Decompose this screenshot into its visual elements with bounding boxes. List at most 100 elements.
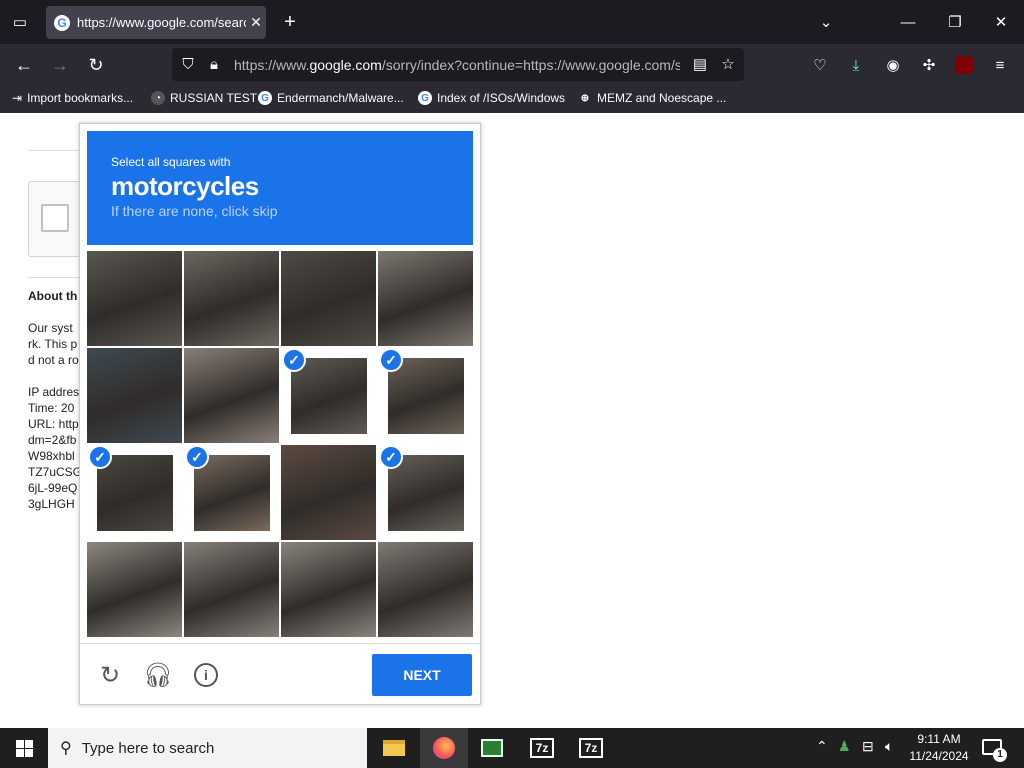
captcha-instruction: Select all squares with — [111, 155, 231, 169]
tile-image — [87, 348, 182, 443]
volume-icon[interactable]: 🔈︎ — [885, 738, 893, 755]
bookmark-label: RUSSIAN TEST — [170, 91, 258, 105]
7zip-icon[interactable]: 7z — [518, 728, 566, 768]
audio-challenge-icon[interactable]: 🎧︎ — [143, 661, 173, 689]
network-icon[interactable]: ⊟ — [862, 738, 874, 755]
reload-icon[interactable]: ↻ — [82, 51, 110, 79]
page-text-line: Our syst — [28, 321, 73, 335]
extensions-icon[interactable]: ✣ — [915, 51, 943, 79]
bookmark-favicon-icon: ◔ — [151, 91, 165, 105]
page-text-line: W98xhbl — [28, 449, 75, 463]
captcha-hint: If there are none, click skip — [111, 203, 278, 219]
captcha-header: Select all squares with motorcycles If t… — [87, 131, 473, 245]
tile-image — [87, 542, 182, 637]
google-favicon-icon: G — [418, 91, 432, 105]
tile-image — [97, 455, 173, 531]
recaptcha-checkbox[interactable] — [41, 204, 69, 232]
firefox-icon[interactable] — [420, 728, 468, 768]
maximize-icon[interactable]: ❐ — [941, 8, 969, 36]
captcha-target: motorcycles — [111, 171, 259, 201]
divider — [80, 643, 480, 644]
minimize-icon[interactable]: — — [894, 8, 922, 36]
url-text[interactable]: https://www.google.com/sorry/index?conti… — [234, 57, 680, 73]
menu-icon[interactable]: ≡ — [986, 51, 1014, 79]
user-status-icon[interactable]: ♟ — [838, 738, 851, 755]
google-favicon-icon: G — [54, 14, 70, 31]
tile-image — [281, 542, 376, 637]
tile-selected-check-icon: ✓ — [379, 348, 403, 372]
clock[interactable]: 9:11 AM 11/24/2024 — [906, 731, 972, 765]
page-text-line: 6jL-99eQ — [28, 481, 78, 495]
google-favicon-icon: G — [258, 91, 272, 105]
url-rest: /sorry/index?continue=https://www.google… — [381, 57, 680, 73]
captcha-tile[interactable] — [87, 251, 182, 346]
page-text-line: Time: 20 — [28, 401, 75, 415]
bookmark-label: MEMZ and Noescape ... — [597, 91, 727, 105]
account-icon[interactable]: ◉ — [879, 51, 907, 79]
ublock-icon[interactable] — [950, 51, 978, 79]
captcha-tile[interactable] — [281, 445, 376, 540]
bookmarks-bar: ⇥ Import bookmarks... ◔ RUSSIAN TEST G Ende… — [0, 86, 1024, 113]
close-window-icon[interactable]: ✕ — [987, 8, 1015, 36]
start-windows-icon[interactable] — [0, 728, 48, 768]
captcha-tile[interactable] — [184, 251, 279, 346]
tile-image — [388, 358, 464, 434]
tile-image — [184, 348, 279, 443]
pocket-icon[interactable]: ♡ — [806, 51, 834, 79]
page-text-line: dm=2&fb — [28, 433, 77, 447]
tile-image — [378, 542, 473, 637]
file-explorer-icon[interactable] — [370, 728, 418, 768]
reader-view-icon[interactable]: ▤ — [686, 50, 714, 78]
tab-title: https://www.google.com/searc — [77, 15, 246, 30]
lock-icon[interactable]: 🔒︎ — [200, 50, 228, 78]
taskbar-search-input[interactable]: ⚲ Type here to search — [48, 728, 367, 768]
search-placeholder: Type here to search — [81, 739, 215, 757]
url-domain: google.com — [309, 57, 382, 73]
page-text-line: d not a ro — [28, 353, 79, 367]
page-text-line: rk. This p — [28, 337, 78, 351]
clock-time: 9:11 AM — [917, 732, 961, 746]
tile-image — [378, 251, 473, 346]
bookmark-russian-test[interactable]: ◔ RUSSIAN TEST — [151, 91, 257, 105]
bookmark-memz[interactable]: ⊕ MEMZ and Noescape ... — [578, 91, 727, 105]
tile-image — [184, 542, 279, 637]
captcha-tile[interactable] — [281, 542, 376, 637]
bookmark-isos[interactable]: G Index of /ISOs/Windows — [418, 91, 565, 105]
bookmark-label: Import bookmarks... — [27, 91, 134, 105]
search-icon: ⚲ — [60, 740, 72, 757]
captcha-tile[interactable] — [378, 542, 473, 637]
bookmark-import[interactable]: ⇥ Import bookmarks... — [12, 91, 133, 105]
clock-date: 11/24/2024 — [909, 749, 969, 763]
notification-count: 1 — [993, 748, 1007, 762]
forward-icon[interactable]: → — [46, 51, 74, 79]
captcha-tile[interactable] — [87, 348, 182, 443]
captcha-tile[interactable] — [184, 348, 279, 443]
document-viewer-icon[interactable] — [468, 728, 516, 768]
tile-image — [194, 455, 270, 531]
tab-close-icon[interactable]: ✕ — [246, 14, 266, 31]
captcha-tile[interactable] — [184, 542, 279, 637]
downloads-icon[interactable]: ⤓ — [842, 51, 870, 79]
reload-challenge-icon[interactable]: ↻ — [96, 661, 124, 689]
tracking-shield-icon[interactable]: ⛉ — [174, 50, 202, 78]
tile-image — [184, 251, 279, 346]
bookmark-endermanch[interactable]: G Endermanch/Malware... — [258, 91, 404, 105]
captcha-tile[interactable] — [281, 251, 376, 346]
7zip-icon[interactable]: 7z — [567, 728, 615, 768]
back-icon[interactable]: ← — [10, 51, 38, 79]
captcha-tile[interactable] — [87, 542, 182, 637]
captcha-tile[interactable] — [378, 251, 473, 346]
tile-image — [281, 251, 376, 346]
tab-active[interactable]: G https://www.google.com/searc ✕ — [46, 6, 266, 39]
info-icon[interactable]: i — [192, 661, 220, 689]
tab-overflow-chevron-icon[interactable]: ⌄ — [812, 8, 840, 36]
tray-chevron-icon[interactable]: ⌃ — [816, 738, 828, 755]
next-button[interactable]: NEXT — [372, 654, 472, 696]
import-icon: ⇥ — [12, 91, 23, 105]
bookmark-star-icon[interactable]: ☆ — [714, 50, 742, 78]
tile-selected-check-icon: ✓ — [379, 445, 403, 469]
tab-list-icon[interactable]: ▭ — [6, 8, 34, 36]
globe-icon: ⊕ — [580, 92, 590, 104]
new-tab-icon[interactable]: + — [276, 8, 304, 36]
about-heading: About th — [28, 289, 78, 303]
